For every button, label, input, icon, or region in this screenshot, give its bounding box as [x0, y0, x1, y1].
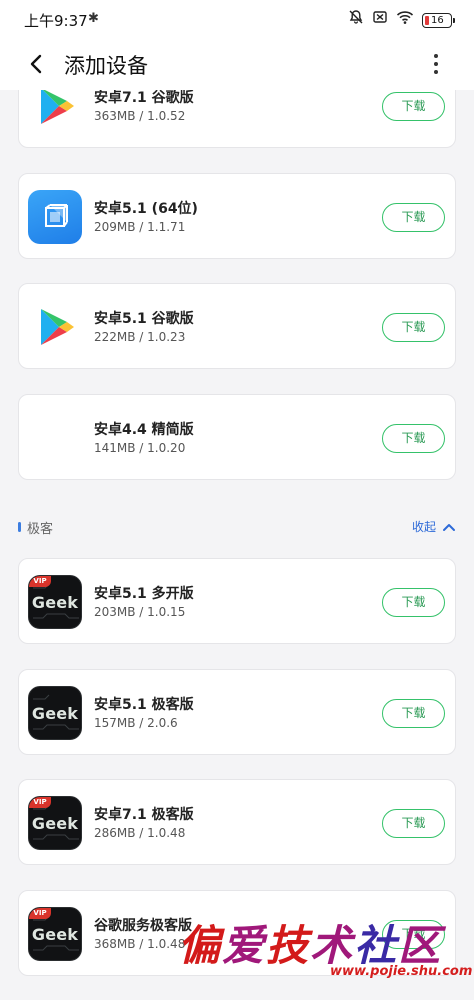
geek-app-icon: Geek — [28, 686, 82, 740]
device-name: 安卓4.4 精简版 — [94, 422, 194, 438]
geek-logo-text: Geek — [31, 925, 79, 944]
device-meta: 157MB / 2.0.6 — [94, 716, 178, 730]
geek-logo-text: Geek — [31, 704, 79, 723]
device-card: Geek 安卓5.1 极客版 157MB / 2.0.6 下载 — [18, 669, 456, 755]
section-title: 极客 — [27, 522, 54, 537]
device-name: 安卓5.1 极客版 — [94, 697, 194, 713]
device-meta: 286MB / 1.0.48 — [94, 826, 186, 840]
chevron-up-icon — [443, 523, 455, 531]
status-bar: 上午9:37 ✱ 16 — [0, 0, 474, 38]
section-header-geek: 极客 收起 — [18, 518, 456, 540]
download-button[interactable]: 下载 — [382, 424, 445, 453]
back-arrow-icon[interactable] — [22, 50, 50, 78]
bluetooth-icon: ✱ — [88, 11, 99, 26]
collapse-label: 收起 — [411, 520, 436, 534]
device-name: 安卓7.1 谷歌版 — [94, 90, 194, 106]
device-card: 安卓4.4 精简版 141MB / 1.0.20 下载 — [18, 394, 456, 480]
download-button[interactable]: 下载 — [382, 588, 445, 617]
device-card: VIP Geek 谷歌服务极客版 368MB / 1.0.48 下载 — [18, 890, 456, 976]
device-card: 安卓5.1 (64位) 209MB / 1.1.71 下载 — [18, 173, 456, 259]
device-meta: 222MB / 1.0.23 — [94, 330, 186, 344]
device-meta: 141MB / 1.0.20 — [94, 441, 186, 455]
device-name: 安卓5.1 多开版 — [94, 586, 194, 602]
device-meta: 203MB / 1.0.15 — [94, 605, 186, 619]
geek-logo-text: Geek — [31, 593, 79, 612]
geek-logo-text: Geek — [31, 814, 79, 833]
vmos-cube-icon — [28, 190, 82, 244]
app-bar: 添加设备 — [0, 38, 474, 90]
vip-badge: VIP — [29, 576, 51, 587]
device-card: 安卓5.1 谷歌版 222MB / 1.0.23 下载 — [18, 283, 456, 369]
download-button[interactable]: 下载 — [382, 809, 445, 838]
status-time: 上午9:37 — [24, 12, 88, 30]
device-name: 安卓5.1 谷歌版 — [94, 311, 194, 327]
google-play-icon — [28, 90, 82, 133]
device-list[interactable]: 安卓7.1 谷歌版 363MB / 1.0.52 下载 安卓5.1 (64位) … — [0, 90, 474, 1000]
geek-app-icon: VIP Geek — [28, 907, 82, 961]
collapse-button[interactable]: 收起 — [412, 518, 456, 535]
device-meta: 368MB / 1.0.48 — [94, 937, 186, 951]
vip-badge: VIP — [29, 797, 51, 808]
device-name: 谷歌服务极客版 — [94, 918, 192, 934]
download-button[interactable]: 下载 — [382, 92, 445, 121]
wifi-icon — [396, 9, 414, 31]
device-card: 安卓7.1 谷歌版 363MB / 1.0.52 下载 — [18, 90, 456, 148]
download-button[interactable]: 下载 — [382, 699, 445, 728]
google-play-icon — [28, 300, 82, 354]
download-button[interactable]: 下载 — [382, 203, 445, 232]
battery-level: 16 — [431, 14, 444, 26]
download-button[interactable]: 下载 — [382, 920, 445, 949]
device-card: VIP Geek 安卓7.1 极客版 286MB / 1.0.48 下载 — [18, 779, 456, 865]
device-name: 安卓7.1 极客版 — [94, 807, 194, 823]
section-accent-bar — [18, 522, 21, 532]
geek-app-icon: VIP Geek — [28, 796, 82, 850]
status-icons: 16 — [348, 9, 455, 31]
device-name: 安卓5.1 (64位) — [94, 201, 198, 217]
device-meta: 209MB / 1.1.71 — [94, 220, 186, 234]
battery-icon: 16 — [422, 12, 455, 28]
bell-muted-icon — [348, 9, 364, 31]
more-vertical-icon[interactable] — [422, 50, 450, 78]
page-title: 添加设备 — [64, 54, 148, 78]
vip-badge: VIP — [29, 908, 51, 919]
geek-app-icon: VIP Geek — [28, 575, 82, 629]
device-meta: 363MB / 1.0.52 — [94, 109, 186, 123]
device-card: VIP Geek 安卓5.1 多开版 203MB / 1.0.15 下载 — [18, 558, 456, 644]
download-button[interactable]: 下载 — [382, 313, 445, 342]
sim-off-icon — [372, 9, 388, 31]
